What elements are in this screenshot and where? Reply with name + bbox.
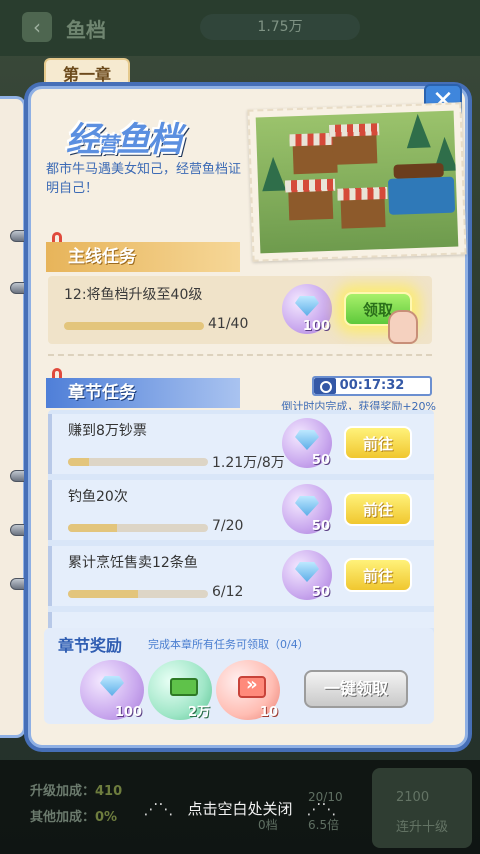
reward-gem: 50 xyxy=(282,550,332,600)
task-progress-bar xyxy=(68,590,208,598)
reward-gem: 50 xyxy=(282,484,332,534)
task-progress-text: 6/12 xyxy=(212,584,244,600)
progress-fill xyxy=(68,590,138,598)
task-title: 钓鱼20次 xyxy=(68,489,128,505)
clock-icon xyxy=(314,378,336,394)
task-title: 赚到8万钞票 xyxy=(68,423,147,439)
reward-gem: 50 xyxy=(282,418,332,468)
chapter-task-row-partial xyxy=(48,612,434,628)
progress-fill xyxy=(68,458,89,466)
ornament-icon: ⋰⋱ xyxy=(143,800,174,818)
back-icon: ‹ xyxy=(22,12,52,42)
gem-icon xyxy=(295,296,319,316)
gem-icon xyxy=(100,676,124,696)
task-title: 累计烹饪售卖12条鱼 xyxy=(68,555,198,571)
divider xyxy=(48,354,432,356)
go-button[interactable]: 前往 xyxy=(344,426,412,460)
gem-icon xyxy=(295,430,319,450)
gem-icon xyxy=(295,496,319,516)
reward-gem: 100 xyxy=(282,284,332,334)
main-task-header: 主线任务 xyxy=(46,242,240,272)
go-button[interactable]: 前往 xyxy=(344,558,412,592)
speed-ticket-icon xyxy=(238,674,266,698)
task-progress-bar xyxy=(68,458,208,466)
chapter-description: 都市牛马遇美女知己，经营鱼档证明自己！ xyxy=(46,162,242,196)
cash-icon xyxy=(170,678,198,696)
task-title: 12:将鱼档升级至40级 xyxy=(64,287,203,303)
chapter-task-header: 章节任务 xyxy=(46,378,240,408)
task-progress-text: 7/20 xyxy=(212,518,244,534)
background-topbar: ‹ 鱼档 1.75万 xyxy=(0,0,480,56)
notebook-left-edge xyxy=(0,96,26,738)
task-progress-bar xyxy=(64,322,204,330)
reward-item-cash: 2万 xyxy=(148,660,212,720)
reward-item-ticket: 10 xyxy=(216,660,280,720)
progress-fill xyxy=(64,322,204,330)
chapter-reward-title: 章节奖励 xyxy=(58,636,123,655)
game-logo: 经营鱼档 xyxy=(66,120,182,160)
go-button[interactable]: 前往 xyxy=(344,492,412,526)
background-money: 1.75万 xyxy=(200,14,360,40)
background-stat-upgrade: 升级加成：410 xyxy=(30,784,123,799)
tap-hand-icon xyxy=(388,310,418,344)
reward-item-gem: 100 xyxy=(80,660,144,720)
ornament-icon: ⋰⋱ xyxy=(306,800,337,818)
gem-icon xyxy=(295,562,319,582)
background-title: 鱼档 xyxy=(66,18,106,42)
task-progress-text: 1.21万/8万 xyxy=(212,455,285,471)
task-progress-text: 41/40 xyxy=(208,316,249,332)
chapter-reward-note: 完成本章所有任务可领取（0/4） xyxy=(148,638,309,651)
close-hint[interactable]: ⋰⋱ 点击空白处关闭 ⋰⋱ xyxy=(0,798,480,819)
claim-all-button[interactable]: 一键领取 xyxy=(304,670,408,708)
progress-fill xyxy=(68,524,117,532)
task-progress-bar xyxy=(68,524,208,532)
market-illustration xyxy=(247,102,467,262)
